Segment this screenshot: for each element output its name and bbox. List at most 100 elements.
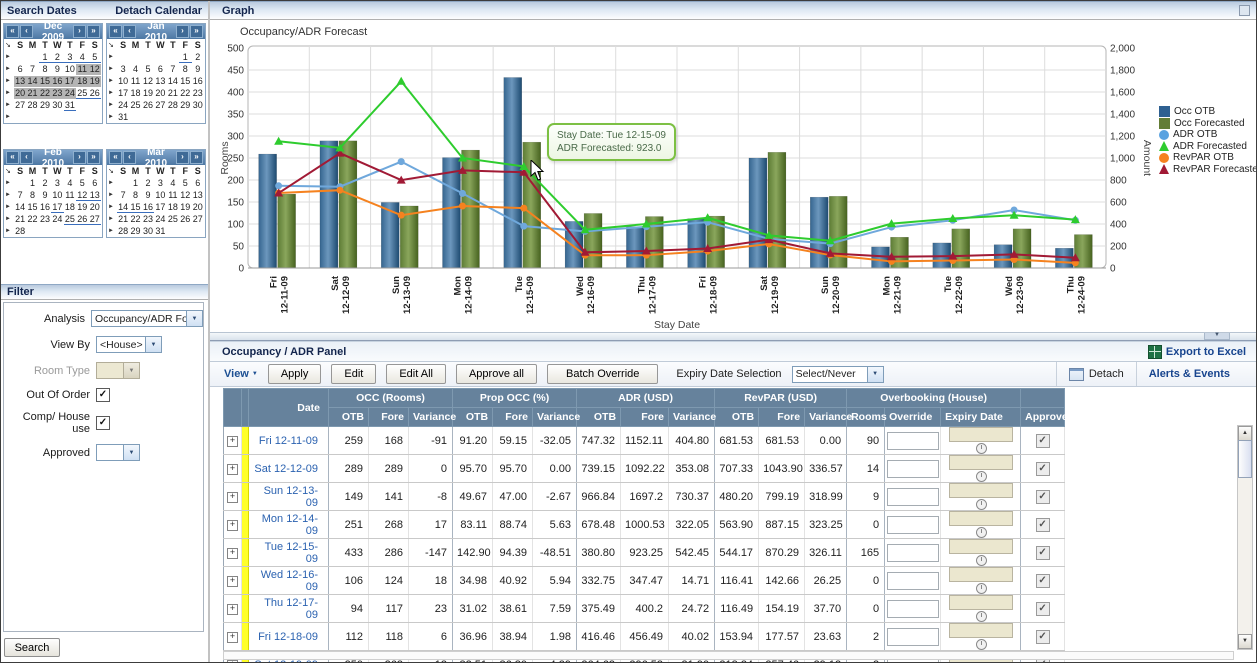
detach-button[interactable]: Detach [1056, 362, 1136, 386]
week-select-icon[interactable]: ► [108, 54, 117, 60]
calendar-day[interactable]: 3 [154, 178, 166, 189]
approved-checkbox[interactable]: ✓ [1036, 574, 1050, 588]
week-select-icon[interactable]: ► [5, 78, 14, 84]
calendar-day[interactable]: 7 [14, 190, 26, 201]
expand-row-icon[interactable]: + [227, 548, 238, 559]
week-select-icon[interactable]: ► [5, 54, 14, 60]
override-input[interactable] [887, 628, 939, 646]
week-select-icon[interactable]: ► [5, 204, 14, 210]
calendar-day[interactable]: 20 [192, 202, 204, 213]
chart-region[interactable]: Occupancy/ADR Forecast 05010015020025030… [210, 20, 1256, 332]
calendar-day[interactable]: 23 [39, 214, 51, 225]
calendar-day[interactable]: 5 [179, 178, 191, 189]
week-select-icon[interactable]: ► [5, 114, 14, 120]
calendar-day[interactable]: 11 [76, 64, 88, 75]
first-month-icon[interactable]: « [109, 25, 122, 38]
calendar-day[interactable]: 4 [76, 52, 88, 63]
calendar-day[interactable]: 5 [76, 178, 88, 189]
calendar-day[interactable]: 2 [142, 178, 154, 189]
week-select-icon[interactable]: ► [108, 90, 117, 96]
expiry-picker-icon[interactable] [976, 443, 987, 454]
expiry-date-input[interactable] [949, 483, 1013, 498]
expand-row-icon[interactable]: + [227, 604, 238, 615]
calendar-day[interactable]: 2 [192, 52, 204, 63]
calendar-day[interactable]: 17 [51, 202, 63, 213]
calendar-day[interactable]: 13 [192, 190, 204, 201]
calendar-day[interactable]: 5 [89, 52, 101, 63]
calendar-day[interactable]: 17 [117, 88, 129, 99]
calendar-day[interactable]: 22 [129, 214, 141, 225]
calendar-day[interactable]: 3 [64, 52, 76, 63]
calendar-day[interactable]: 30 [192, 100, 204, 111]
expiry-picker-icon[interactable] [976, 471, 987, 482]
calendar-day[interactable]: 29 [179, 100, 191, 111]
calendar-day[interactable]: 9 [142, 190, 154, 201]
week-select-icon[interactable]: ► [108, 78, 117, 84]
calendar-day[interactable]: 5 [142, 64, 154, 75]
horizontal-scroll-track[interactable] [223, 651, 1234, 660]
calendar-day[interactable]: 29 [129, 226, 141, 237]
calendar-day[interactable]: 12 [76, 190, 88, 201]
calendar-day[interactable]: 11 [167, 190, 179, 201]
expand-row-icon[interactable]: + [227, 632, 238, 643]
chevron-down-icon[interactable]: ▼ [867, 367, 883, 382]
expiry-picker-icon[interactable] [976, 639, 987, 650]
expiry-date-selection-select[interactable]: Select/Never ▼ [792, 366, 884, 383]
search-button[interactable]: Search [4, 638, 60, 657]
expiry-date-input[interactable] [949, 623, 1013, 638]
week-select-icon[interactable]: ► [108, 180, 117, 186]
scroll-down-button[interactable]: ▼ [1238, 634, 1252, 649]
out-of-order-checkbox[interactable]: ✓ [96, 388, 110, 402]
override-input[interactable] [887, 544, 939, 562]
prev-month-icon[interactable]: ‹ [123, 25, 136, 38]
calendar-day[interactable]: 26 [89, 88, 101, 99]
chevron-down-icon[interactable]: ▼ [145, 337, 161, 352]
calendar-day[interactable]: 1 [39, 52, 51, 63]
week-select-icon[interactable]: ► [108, 204, 117, 210]
view-menu-button[interactable]: View ▼ [224, 368, 258, 380]
calendar-day[interactable]: 12 [89, 64, 101, 75]
calendar-day[interactable]: 24 [154, 214, 166, 225]
panel-menu-icon[interactable] [1239, 5, 1250, 16]
approved-checkbox[interactable]: ✓ [1036, 490, 1050, 504]
approved-checkbox[interactable]: ✓ [1036, 602, 1050, 616]
calendar-day[interactable]: 13 [89, 190, 101, 201]
calendar-day[interactable]: 1 [26, 178, 38, 189]
week-select-icon[interactable]: ► [5, 90, 14, 96]
comp-house-checkbox[interactable]: ✓ [96, 416, 110, 430]
calendar-day[interactable]: 10 [64, 64, 76, 75]
expiry-date-input[interactable] [949, 455, 1013, 470]
cell-stay-date[interactable]: Fri 12-18-09 [249, 623, 329, 651]
calendar-day[interactable]: 9 [39, 190, 51, 201]
calendar-day[interactable]: 16 [51, 76, 63, 87]
week-select-icon[interactable]: ► [108, 192, 117, 198]
prev-month-icon[interactable]: ‹ [123, 151, 136, 164]
expiry-date-input[interactable] [949, 511, 1013, 526]
calendar-day[interactable]: 7 [26, 64, 38, 75]
calendar-day[interactable]: 14 [26, 76, 38, 87]
override-input[interactable] [887, 600, 939, 618]
calendar-day[interactable]: 6 [89, 178, 101, 189]
occupancy-adr-chart[interactable]: 0501001502002503003504004505000200400600… [216, 40, 1156, 332]
calendar-day[interactable]: 28 [14, 226, 26, 237]
calendar-day[interactable]: 27 [14, 100, 26, 111]
calendar-day[interactable]: 24 [64, 88, 76, 99]
approved-checkbox[interactable]: ✓ [1036, 546, 1050, 560]
next-month-icon[interactable]: › [73, 151, 86, 164]
calendar-day[interactable]: 31 [117, 112, 129, 123]
vertical-scrollbar[interactable]: ▲ ▼ [1237, 425, 1253, 650]
calendar-day[interactable]: 18 [64, 202, 76, 213]
approved-checkbox[interactable]: ✓ [1036, 630, 1050, 644]
week-select-icon[interactable]: ► [5, 180, 14, 186]
calendar-day[interactable]: 24 [117, 100, 129, 111]
first-month-icon[interactable]: « [6, 151, 19, 164]
select-all-icon[interactable]: ↘ [108, 41, 117, 49]
override-input[interactable] [887, 488, 939, 506]
chevron-down-icon[interactable]: ▼ [186, 311, 202, 326]
calendar-day[interactable]: 4 [129, 64, 141, 75]
expiry-picker-icon[interactable] [976, 499, 987, 510]
cell-stay-date[interactable]: Sun 12-13-09 [249, 483, 329, 511]
calendar-day[interactable]: 1 [129, 178, 141, 189]
calendar-day[interactable]: 28 [26, 100, 38, 111]
calendar-day[interactable]: 19 [76, 202, 88, 213]
